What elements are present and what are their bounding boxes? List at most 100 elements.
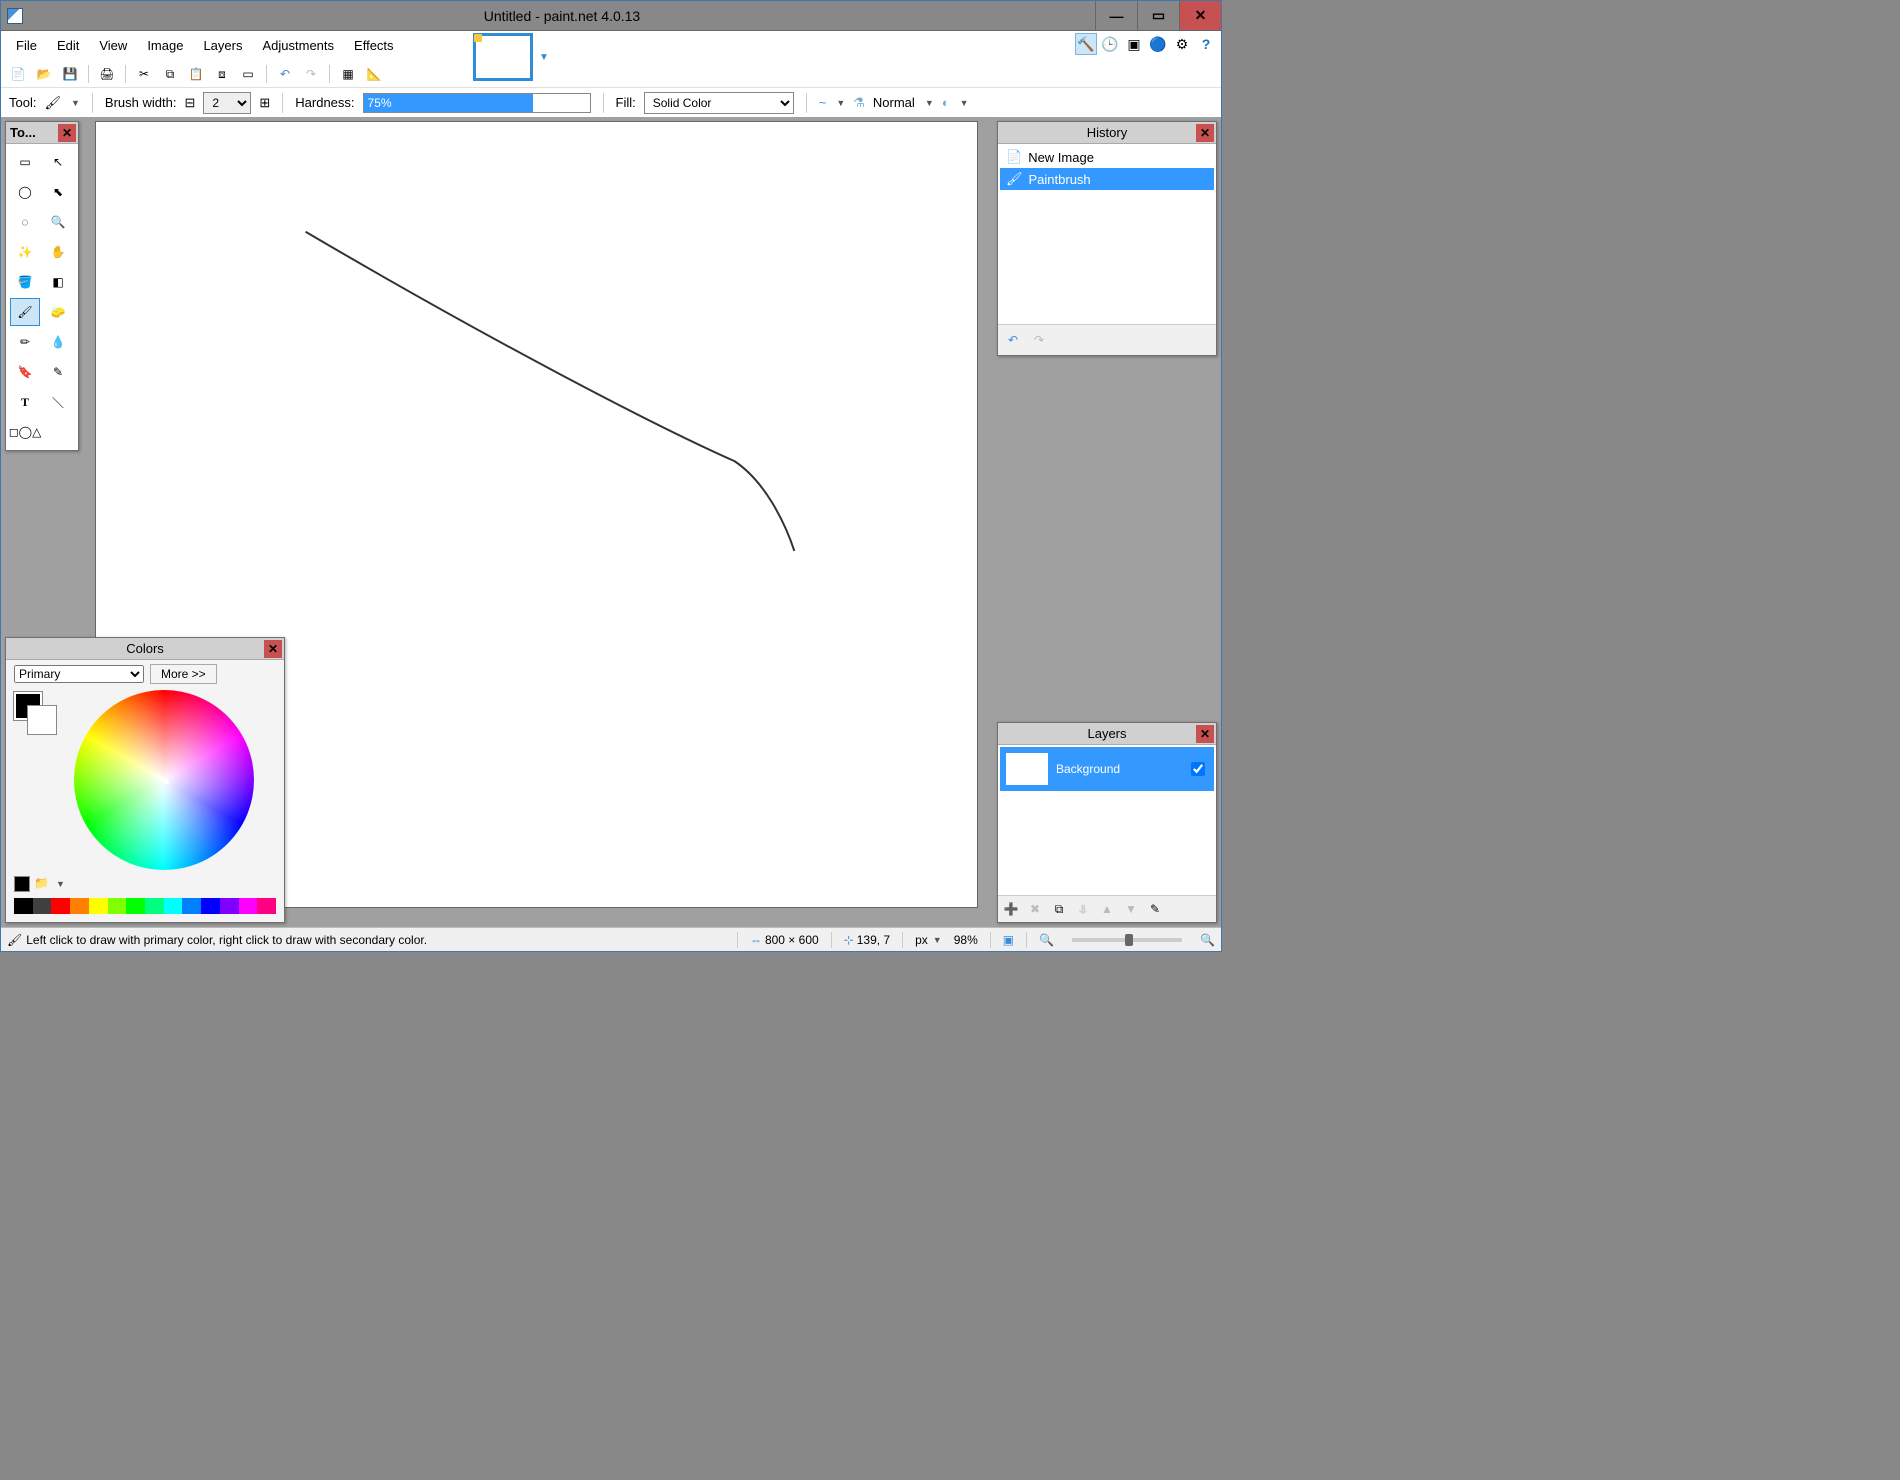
deselect-icon[interactable]: ▭ (237, 63, 259, 85)
alphablend-icon[interactable]: ⚗ (853, 95, 865, 111)
pan-tool-icon[interactable]: ✋ (43, 238, 73, 266)
history-panel: History ✕ 📄 New Image 🖌 Paintbrush ↶ ↷ (997, 121, 1217, 356)
shapes-tool-icon[interactable]: ◻◯△ (10, 418, 40, 446)
primary-secondary-swatch[interactable] (14, 692, 42, 720)
paintbucket-tool-icon[interactable]: 🪣 (10, 268, 40, 296)
open-file-icon[interactable]: 📂 (33, 63, 55, 85)
color-wheel[interactable] (74, 690, 254, 870)
layer-properties-icon[interactable]: ✎ (1145, 899, 1165, 919)
titlebar: Untitled - paint.net 4.0.13 — ▭ ✕ (1, 1, 1221, 31)
rect-select-tool-icon[interactable]: ▭ (10, 148, 40, 176)
antialias-icon[interactable]: ~ (819, 95, 827, 110)
colors-window-toggle[interactable]: 🔵 (1147, 33, 1169, 55)
history-window-toggle[interactable]: 🕒 (1099, 33, 1121, 55)
menu-file[interactable]: File (7, 35, 46, 56)
ruler-icon[interactable]: 📐 (363, 63, 385, 85)
tool-dropdown-icon[interactable]: ▼ (71, 98, 80, 108)
new-file-icon[interactable]: 📄 (7, 63, 29, 85)
paintbrush-tool-icon[interactable]: 🖌 (10, 298, 40, 326)
layer-visible-checkbox[interactable] (1191, 762, 1205, 776)
gradient-tool-icon[interactable]: ◧ (43, 268, 73, 296)
palette-options-icon[interactable]: 📁 (34, 876, 50, 892)
color-palette-row[interactable] (14, 898, 276, 914)
menu-view[interactable]: View (90, 35, 136, 56)
move-selection-tool-icon[interactable]: ↖ (43, 148, 73, 176)
menu-image[interactable]: Image (138, 35, 192, 56)
tools-window-toggle[interactable]: 🔨 (1075, 33, 1097, 55)
zoom-label[interactable]: 98% (954, 933, 978, 947)
history-item[interactable]: 🖌 Paintbrush (1000, 168, 1214, 190)
zoom-in-icon[interactable]: 🔍 (1200, 933, 1215, 947)
duplicate-layer-icon[interactable]: ⧉ (1049, 899, 1069, 919)
help-icon[interactable]: ? (1195, 33, 1217, 55)
colors-panel-close[interactable]: ✕ (264, 640, 282, 658)
settings-icon[interactable]: ⚙ (1171, 33, 1193, 55)
delete-layer-icon[interactable]: ✖ (1025, 899, 1045, 919)
layer-blend-icon[interactable]: ◐ (942, 95, 950, 110)
paintbrush-icon: 🖌 (7, 933, 22, 947)
move-selected-pixels-tool-icon[interactable]: ⬉ (43, 178, 73, 206)
add-layer-icon[interactable]: ➕ (1001, 899, 1021, 919)
pencil-tool-icon[interactable]: ✏ (10, 328, 40, 356)
print-icon[interactable]: 🖨 (96, 63, 118, 85)
move-layer-up-icon[interactable]: ▲ (1097, 899, 1117, 919)
cut-icon[interactable]: ✂ (133, 63, 155, 85)
save-file-icon[interactable]: 💾 (59, 63, 81, 85)
layers-panel-close[interactable]: ✕ (1196, 725, 1214, 743)
minimize-button[interactable]: — (1095, 1, 1137, 30)
fill-select[interactable]: Solid Color (644, 92, 794, 114)
more-colors-button[interactable]: More >> (150, 664, 217, 684)
close-button[interactable]: ✕ (1179, 1, 1221, 30)
layer-thumbnail (1006, 753, 1048, 785)
menu-effects[interactable]: Effects (345, 35, 403, 56)
zoom-slider[interactable] (1072, 938, 1182, 942)
brushwidth-increment[interactable]: ⊞ (259, 95, 270, 111)
cursor-pos-icon: ⊹ (844, 933, 854, 947)
move-layer-down-icon[interactable]: ▼ (1121, 899, 1141, 919)
maximize-button[interactable]: ▭ (1137, 1, 1179, 30)
lasso-select-tool-icon[interactable]: ◯ (10, 178, 40, 206)
history-panel-close[interactable]: ✕ (1196, 124, 1214, 142)
document-thumbnail[interactable] (473, 33, 533, 81)
text-tool-icon[interactable]: T (10, 388, 40, 416)
hardness-label: Hardness: (295, 95, 354, 110)
layers-window-toggle[interactable]: ▣ (1123, 33, 1145, 55)
zoom-fit-icon[interactable]: ▣ (1003, 933, 1014, 947)
history-item[interactable]: 📄 New Image (1000, 146, 1214, 168)
crop-icon[interactable]: ⧈ (211, 63, 233, 85)
tools-panel-close[interactable]: ✕ (58, 124, 76, 142)
clonestamp-tool-icon[interactable]: 🔖 (10, 358, 40, 386)
blend-mode-label[interactable]: Normal (873, 95, 915, 110)
grid-icon[interactable]: ▦ (337, 63, 359, 85)
layer-row[interactable]: Background (1000, 747, 1214, 791)
ellipse-select-tool-icon[interactable]: ◌ (10, 208, 40, 236)
menu-edit[interactable]: Edit (48, 35, 88, 56)
colors-panel: Colors ✕ Primary More >> 📁 ▼ (5, 637, 285, 923)
zoom-tool-icon[interactable]: 🔍 (43, 208, 73, 236)
hardness-slider[interactable]: 75% (363, 93, 591, 113)
menu-adjustments[interactable]: Adjustments (253, 35, 343, 56)
redo-icon[interactable]: ↷ (300, 63, 322, 85)
history-redo-icon[interactable]: ↷ (1028, 329, 1050, 351)
eraser-tool-icon[interactable]: 🧽 (43, 298, 73, 326)
undo-icon[interactable]: ↶ (274, 63, 296, 85)
add-swatch-icon[interactable] (14, 876, 30, 892)
copy-icon[interactable]: ⧉ (159, 63, 181, 85)
colorpicker-tool-icon[interactable]: 💧 (43, 328, 73, 356)
secondary-color-swatch[interactable] (28, 706, 56, 734)
zoom-out-icon[interactable]: 🔍 (1039, 933, 1054, 947)
unit-label[interactable]: px (915, 933, 928, 947)
brushwidth-decrement[interactable]: ⊟ (184, 95, 195, 111)
recolor-tool-icon[interactable]: ✎ (43, 358, 73, 386)
magicwand-tool-icon[interactable]: ✨ (10, 238, 40, 266)
document-list-dropdown-icon[interactable]: ▼ (539, 52, 549, 63)
brushwidth-input[interactable]: 2 (203, 92, 251, 114)
menu-layers[interactable]: Layers (194, 35, 251, 56)
layer-name: Background (1056, 762, 1120, 776)
color-role-select[interactable]: Primary (14, 665, 144, 683)
history-undo-icon[interactable]: ↶ (1002, 329, 1024, 351)
merge-layer-icon[interactable]: ⥥ (1073, 899, 1093, 919)
line-tool-icon[interactable]: ＼ (43, 388, 73, 416)
paste-icon[interactable]: 📋 (185, 63, 207, 85)
current-tool-icon[interactable]: 🖌 (44, 95, 61, 111)
